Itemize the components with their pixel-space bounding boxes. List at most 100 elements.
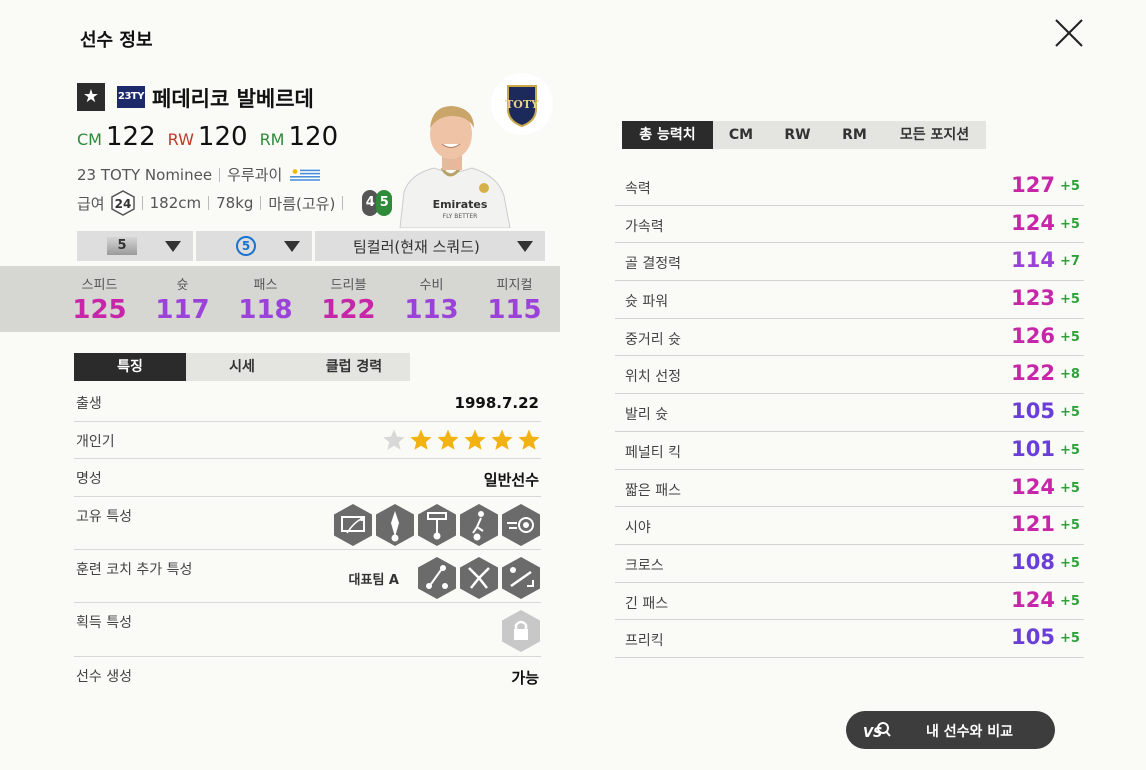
position-rating-rm: RM 120	[259, 122, 339, 152]
list-item: 고유 특성	[74, 497, 541, 550]
stat-label: 골 결정력	[625, 256, 681, 273]
stat-bonus: +7	[1060, 254, 1080, 270]
body-type: 마름(고유)	[268, 194, 336, 213]
stat-bonus: +5	[1060, 329, 1080, 345]
stat-value: 122	[1011, 361, 1055, 386]
chevron-down-icon	[165, 240, 181, 252]
stat-value: 101	[1011, 436, 1055, 461]
list-item: 개인기	[74, 422, 541, 459]
weight: 78kg	[216, 194, 254, 212]
stat-bonus: +5	[1060, 179, 1080, 194]
tab-traits[interactable]: 특징	[74, 353, 186, 381]
stat-label: 중거리 슛	[625, 331, 681, 348]
skill-stars	[382, 428, 541, 452]
chevron-down-icon	[284, 240, 300, 252]
stat-row: 페널티 킥 101 +5	[615, 432, 1084, 470]
season-nation-row: 23 TOTY Nominee 우루과이	[77, 164, 321, 185]
close-icon[interactable]	[1052, 16, 1086, 50]
stat-value: 123	[1011, 286, 1055, 311]
stat-row: 가속력 124 +5	[615, 206, 1084, 244]
svg-text:VS: VS	[863, 726, 882, 741]
reputation: 일반선수	[483, 471, 539, 489]
stat-row: 발리 슛 105 +5	[615, 394, 1084, 432]
enhance-select[interactable]: 5	[196, 231, 312, 261]
svg-text:TOTY: TOTY	[505, 98, 539, 111]
stat-bonus: +5	[1060, 480, 1080, 496]
list-item: 선수 생성 가능	[76, 669, 539, 687]
stat-bonus: +5	[1060, 593, 1080, 609]
main-stat: 스피드 125	[72, 278, 127, 325]
main-stat: 슛 117	[155, 278, 210, 325]
tab-total-stats[interactable]: 총 능력치	[622, 121, 713, 149]
team-color-select[interactable]: 팀컬러(현재 스쿼드)	[315, 231, 545, 261]
page-title: 선수 정보	[80, 30, 153, 51]
trait-dribbler-icon[interactable]	[459, 503, 499, 547]
stat-row: 골 결정력 114 +7	[615, 243, 1084, 282]
player-name: 페데리코 발베르데	[152, 87, 314, 111]
trait-long-shot-icon[interactable]	[417, 503, 457, 547]
unique-traits	[333, 503, 541, 547]
tab-rm[interactable]: RM	[826, 121, 883, 149]
birth-date: 1998.7.22	[454, 394, 539, 412]
stat-label: 짧은 패스	[625, 482, 681, 499]
tab-all-positions[interactable]: 모든 포지션	[883, 121, 986, 149]
stat-bonus: +5	[1060, 292, 1080, 308]
lock-icon	[502, 610, 540, 652]
stat-value: 124	[1011, 587, 1055, 612]
position-rating-rw: RW 120	[167, 122, 248, 152]
trait-info-list: 출생 1998.7.22 개인기 명성 일반선수 고유 특성 훈련 코치 추가 …	[74, 384, 541, 693]
tab-price[interactable]: 시세	[186, 353, 298, 381]
stat-bonus: +5	[1060, 631, 1080, 647]
trait-leadership-icon[interactable]	[375, 503, 415, 547]
compare-button[interactable]: VS 내 선수와 비교	[846, 711, 1055, 749]
stat-value: 105	[1011, 625, 1055, 650]
trait-flair-icon[interactable]	[459, 556, 499, 600]
stat-bonus: +5	[1060, 518, 1080, 534]
trait-finesse-shot-icon[interactable]	[333, 503, 373, 547]
tab-cm[interactable]: CM	[713, 121, 769, 149]
stat-value: 105	[1011, 399, 1055, 424]
stat-row: 짧은 패스 124 +5	[615, 470, 1084, 508]
stat-row: 중거리 슛 126 +5	[615, 319, 1084, 357]
trait-long-passer-icon[interactable]	[501, 556, 541, 600]
left-tabs: 특징 시세 클럽 경력	[74, 353, 410, 381]
stat-label: 프리킥	[625, 633, 664, 650]
position-ratings: CM 122 RW 120 RM 120	[77, 122, 338, 152]
weak-foot-badge: 4 5	[362, 190, 393, 216]
nationality: 우루과이	[227, 166, 283, 184]
favorite-star-icon[interactable]: ★	[77, 83, 105, 111]
team-logo: TOTY	[491, 73, 553, 135]
main-stat: 드리블 122	[321, 278, 376, 325]
tab-rw[interactable]: RW	[769, 121, 826, 149]
grade-select[interactable]: 5	[77, 231, 193, 261]
list-item: 획득 특성	[74, 603, 541, 657]
pay-label: 급여	[77, 194, 105, 213]
star-icon-empty	[383, 429, 405, 450]
trait-speed-dribbler-icon[interactable]	[501, 503, 541, 547]
main-stats-band: 스피드 125 슛 117 패스 118 드리블 122 수비 113 피지컬 115	[0, 266, 560, 332]
stat-value: 108	[1011, 549, 1055, 574]
stat-label: 페널티 킥	[625, 444, 681, 461]
stat-row: 프리킥 105 +5	[615, 620, 1084, 658]
star-icon	[410, 429, 432, 450]
coach-trait-tag: 대표팀 A	[348, 572, 399, 588]
stat-bonus: +8	[1060, 367, 1080, 383]
stat-row: 속력 127 +5	[615, 168, 1084, 206]
stat-label: 크로스	[625, 557, 664, 574]
svg-text:Emirates: Emirates	[433, 198, 488, 211]
season-name: 23 TOTY Nominee	[77, 165, 213, 184]
detail-stats-list: 속력 127 +5 가속력 124 +5 골 결정력 114 +7 슛 파워 123 +5 중거리 슛 1…	[615, 168, 1084, 658]
trait-playmaker-icon[interactable]	[417, 556, 457, 600]
stat-value: 124	[1011, 210, 1055, 235]
stat-row: 위치 선정 122 +8	[615, 356, 1084, 395]
stat-value: 121	[1011, 512, 1055, 537]
tab-club-history[interactable]: 클럽 경력	[298, 353, 410, 381]
stat-label: 가속력	[625, 218, 664, 235]
height: 182cm	[149, 194, 202, 212]
coach-traits: 대표팀 A	[349, 556, 541, 600]
vs-search-icon: VS	[863, 722, 891, 741]
creation-status: 가능	[511, 669, 539, 687]
stat-bonus: +5	[1060, 555, 1080, 571]
star-icon	[491, 429, 513, 450]
stat-bonus: +5	[1060, 405, 1080, 421]
